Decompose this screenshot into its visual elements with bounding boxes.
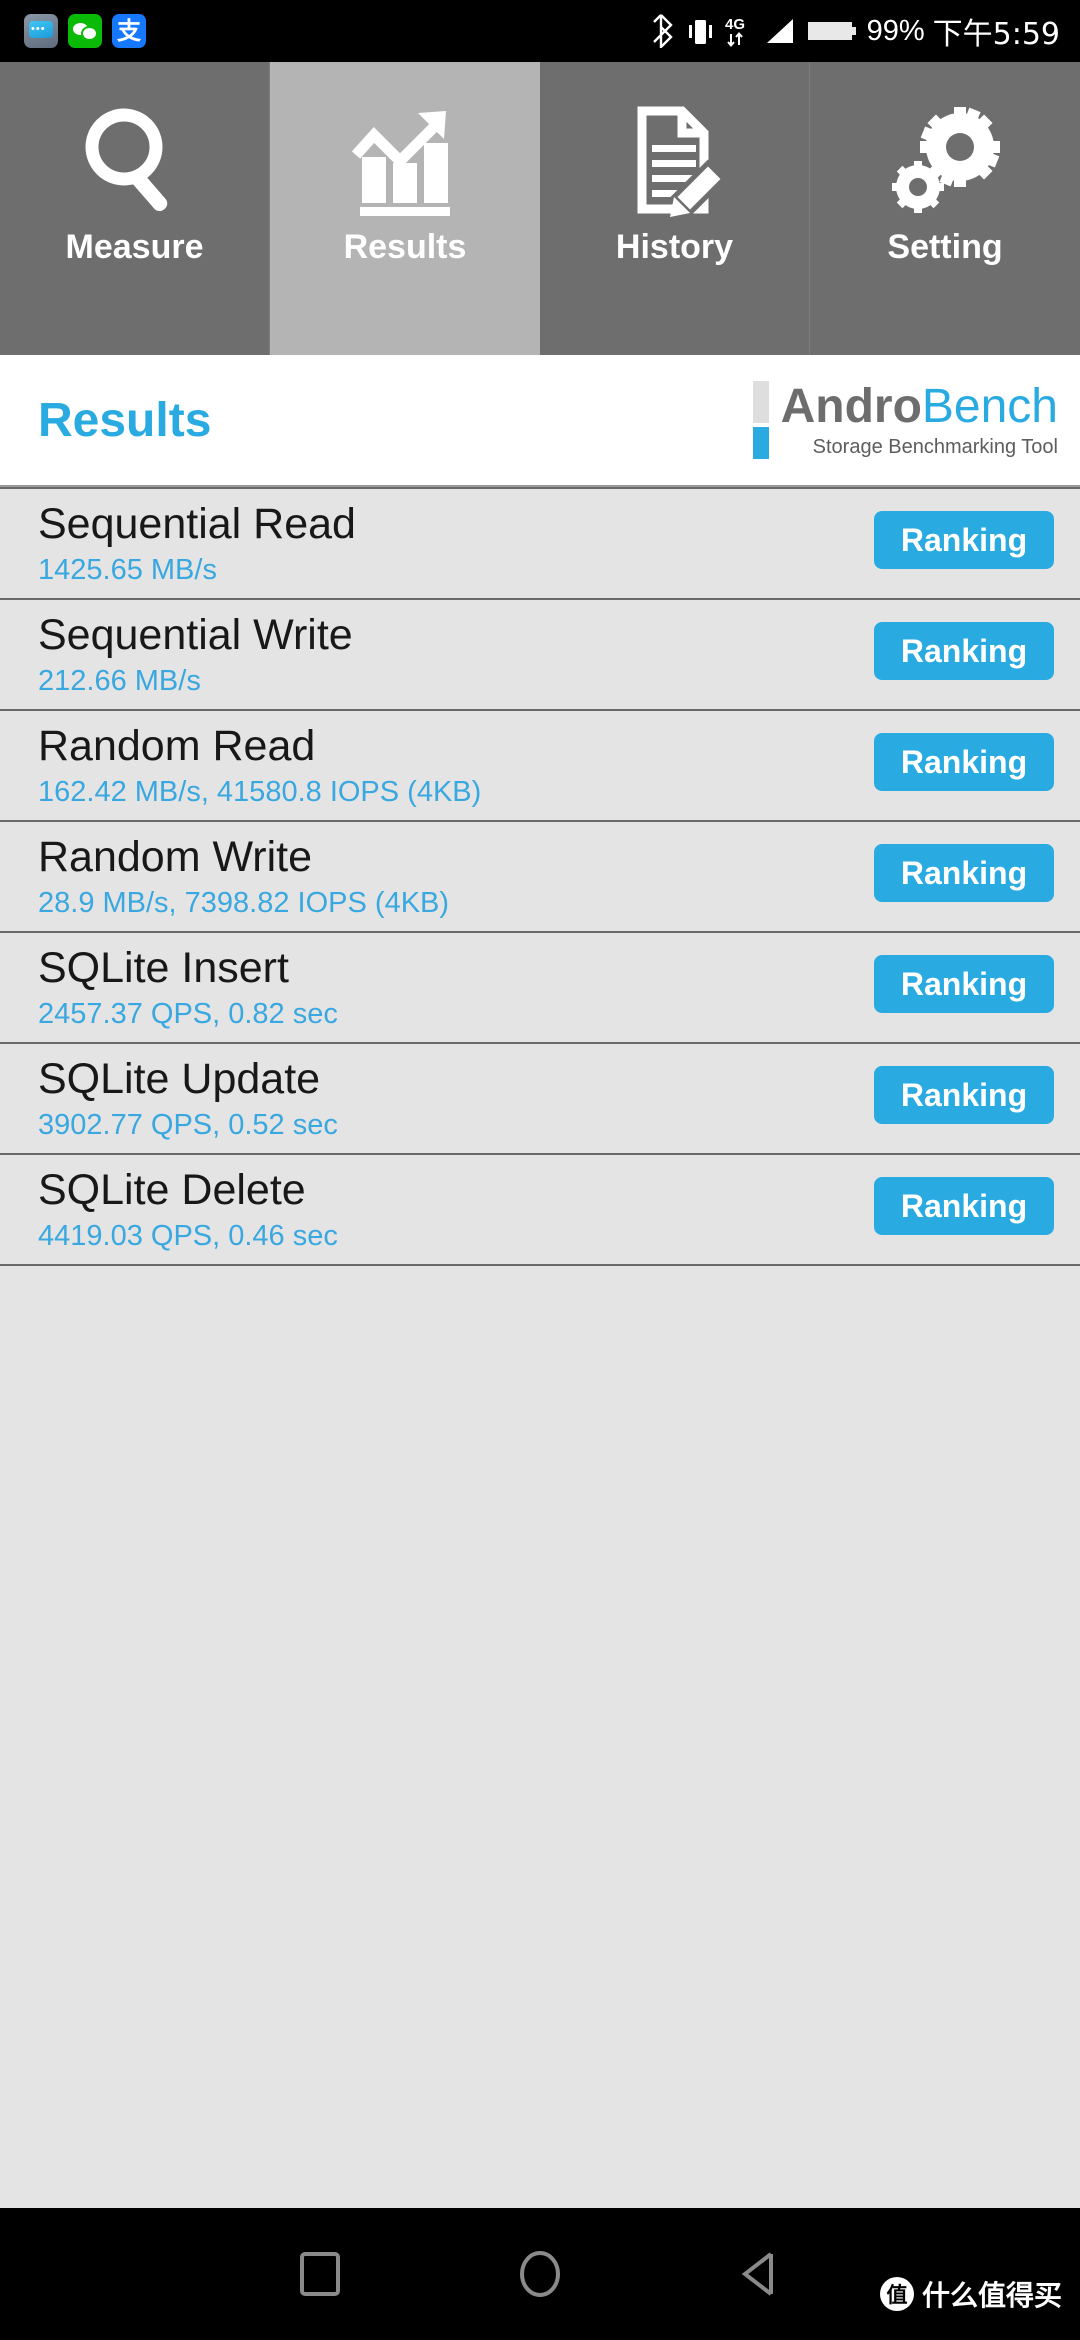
- alipay-app-icon: 支: [112, 14, 146, 48]
- tab-history[interactable]: History: [540, 62, 810, 355]
- table-row[interactable]: SQLite Delete 4419.03 QPS, 0.46 sec Rank…: [0, 1153, 1080, 1264]
- result-value: 212.66 MB/s: [38, 664, 201, 697]
- tab-history-label: History: [615, 228, 734, 266]
- ranking-button[interactable]: Ranking: [874, 733, 1054, 791]
- logo-secondary-text: Bench: [921, 379, 1058, 433]
- list-bottom-divider: [0, 1264, 1080, 1266]
- document-pencil-icon: [620, 96, 730, 226]
- recents-button[interactable]: [245, 2208, 395, 2340]
- logo-subtitle: Storage Benchmarking Tool: [812, 435, 1058, 458]
- tab-measure[interactable]: Measure: [0, 62, 270, 355]
- page-title: Results: [38, 393, 212, 447]
- triangle-back-icon: [741, 2252, 773, 2296]
- ranking-button[interactable]: Ranking: [874, 955, 1054, 1013]
- table-row[interactable]: SQLite Update 3902.77 QPS, 0.52 sec Rank…: [0, 1042, 1080, 1153]
- tab-setting-label: Setting: [887, 228, 1003, 266]
- logo-primary-text: Andro: [780, 379, 922, 433]
- status-bar-system-icons: 4G 99% 下午5:59: [652, 9, 1080, 53]
- wechat-app-icon: [68, 14, 102, 48]
- result-value: 3902.77 QPS, 0.52 sec: [38, 1108, 338, 1141]
- result-title: Sequential Write: [38, 610, 353, 659]
- tab-measure-label: Measure: [65, 228, 204, 266]
- battery-icon: [807, 22, 856, 40]
- battery-percent-label: 99%: [866, 14, 925, 47]
- page-header: Results AndroBench Storage Benchmarking …: [0, 355, 1080, 487]
- result-title: Random Write: [38, 832, 313, 881]
- result-value: 162.42 MB/s, 41580.8 IOPS (4KB): [38, 775, 482, 808]
- table-row[interactable]: Sequential Read 1425.65 MB/s Ranking: [0, 487, 1080, 598]
- table-row[interactable]: SQLite Insert 2457.37 QPS, 0.82 sec Rank…: [0, 931, 1080, 1042]
- status-bar-clock: 下午5:59: [932, 17, 1060, 52]
- bar-chart-trend-icon: [348, 96, 463, 226]
- home-button[interactable]: [465, 2208, 615, 2340]
- ranking-button[interactable]: Ranking: [874, 1066, 1054, 1124]
- watermark: 值 什么值得买: [879, 2274, 1062, 2314]
- status-bar-notification-icons: 支: [0, 14, 146, 48]
- results-list: Sequential Read 1425.65 MB/s Ranking Seq…: [0, 487, 1080, 1266]
- result-value: 1425.65 MB/s: [38, 553, 217, 586]
- android-navigation-bar: 值 什么值得买: [0, 2208, 1080, 2340]
- androbench-logo: AndroBench Storage Benchmarking Tool: [752, 379, 1058, 459]
- tab-results-label: Results: [343, 228, 467, 266]
- logo-accent-bar: [752, 381, 769, 459]
- status-bar: 支 4G 99% 下午5:59: [0, 0, 1080, 62]
- table-row[interactable]: Sequential Write 212.66 MB/s Ranking: [0, 598, 1080, 709]
- phone-screen: 支 4G 99% 下午5:59: [0, 0, 1080, 2340]
- result-title: SQLite Insert: [38, 943, 289, 992]
- result-value: 2457.37 QPS, 0.82 sec: [38, 997, 338, 1030]
- gears-icon: [888, 96, 1003, 226]
- magnifier-icon: [80, 96, 190, 226]
- vibrate-icon: [688, 20, 712, 44]
- ranking-button[interactable]: Ranking: [874, 844, 1054, 902]
- result-title: SQLite Update: [38, 1054, 321, 1103]
- ranking-button[interactable]: Ranking: [874, 511, 1054, 569]
- svg-text:4G: 4G: [725, 16, 745, 33]
- mobile-data-4g-icon: 4G: [725, 16, 745, 48]
- table-row[interactable]: Random Read 162.42 MB/s, 41580.8 IOPS (4…: [0, 709, 1080, 820]
- tab-results[interactable]: Results: [270, 62, 540, 355]
- result-title: SQLite Delete: [38, 1165, 306, 1214]
- tab-bar: Measure Results History Setting: [0, 62, 1080, 355]
- signal-icon: [766, 19, 793, 43]
- tab-setting[interactable]: Setting: [810, 62, 1080, 355]
- bluetooth-icon: [652, 14, 673, 48]
- square-recents-icon: [300, 2252, 340, 2296]
- watermark-logo: 值: [879, 2277, 914, 2311]
- result-value: 4419.03 QPS, 0.46 sec: [38, 1219, 338, 1252]
- result-title: Random Read: [38, 721, 316, 770]
- result-title: Sequential Read: [38, 499, 356, 548]
- result-value: 28.9 MB/s, 7398.82 IOPS (4KB): [38, 886, 450, 919]
- ranking-button[interactable]: Ranking: [874, 1177, 1054, 1235]
- table-row[interactable]: Random Write 28.9 MB/s, 7398.82 IOPS (4K…: [0, 820, 1080, 931]
- circle-home-icon: [520, 2251, 560, 2297]
- ranking-button[interactable]: Ranking: [874, 622, 1054, 680]
- watermark-text: 什么值得买: [921, 2279, 1062, 2312]
- message-app-icon: [24, 14, 58, 48]
- back-button[interactable]: [685, 2208, 835, 2340]
